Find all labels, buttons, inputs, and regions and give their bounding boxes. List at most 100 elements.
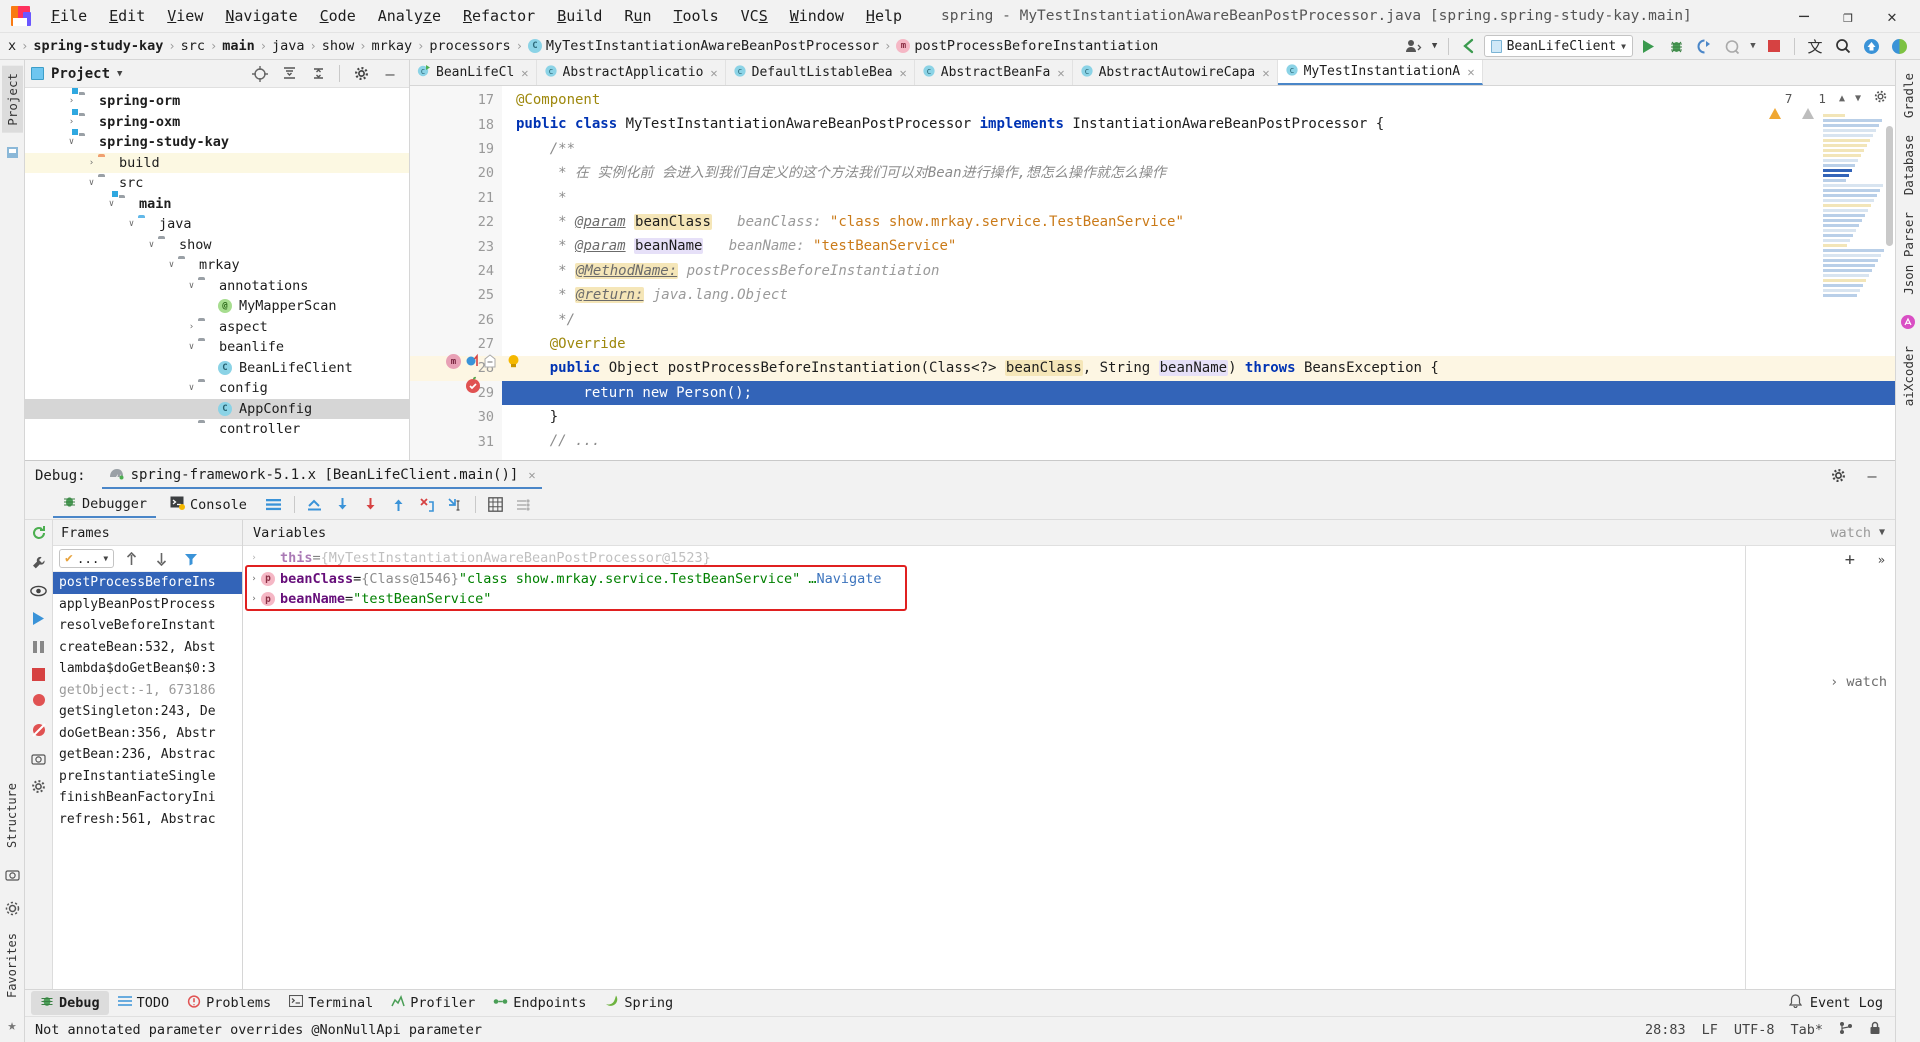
frame-item[interactable]: resolveBeforeInstant <box>53 615 242 637</box>
menu-vcs[interactable]: VCS <box>730 3 779 29</box>
back-arrow-icon[interactable] <box>1456 35 1482 57</box>
camera-icon[interactable] <box>2 865 22 885</box>
inspection-gear-icon[interactable] <box>1874 90 1887 106</box>
run-configuration-selector[interactable]: BeanLifeClient ▼ <box>1483 35 1633 57</box>
filter-frames-icon[interactable] <box>178 548 204 570</box>
tab-debugger[interactable]: Debugger <box>53 491 157 518</box>
tree-node-beanlifeclient[interactable]: C BeanLifeClient <box>25 358 409 379</box>
show-execution-point-icon[interactable] <box>302 494 328 516</box>
variable-expand-arrow[interactable]: › <box>247 574 261 584</box>
tree-expand-arrow[interactable]: › <box>65 96 78 106</box>
code-line-31[interactable]: // ... <box>502 429 1895 453</box>
tree-node-appconfig[interactable]: C AppConfig <box>25 398 409 419</box>
editor-scrollbar[interactable] <box>1886 126 1893 246</box>
variable-row-beanClass[interactable]: › p beanClass = {Class@1546} "class show.m… <box>243 569 1895 590</box>
resume-program-icon[interactable] <box>31 611 46 629</box>
settings-side-icon[interactable] <box>31 779 46 797</box>
code-line-23[interactable]: * @param beanName beanName: "testBeanSer… <box>502 234 1895 258</box>
chevron-up-icon[interactable]: ▲ <box>1839 93 1845 104</box>
variables-list[interactable]: + » › watch › this = {MyTestInstantiation… <box>243 546 1895 989</box>
breadcrumb-item-2[interactable]: main <box>218 37 259 55</box>
debug-settings-icon[interactable] <box>1825 465 1851 487</box>
gutter-line-30[interactable]: 30 <box>410 405 502 429</box>
tree-expand-arrow[interactable]: › <box>85 158 98 168</box>
tree-node-src[interactable]: ∨ src <box>25 173 409 194</box>
sidebar-item-json-parser[interactable]: Json Parser <box>1898 205 1919 302</box>
menu-refactor[interactable]: Refactor <box>452 3 546 29</box>
tree-expand-arrow[interactable]: ∨ <box>65 137 78 147</box>
code-line-27[interactable]: @Override <box>502 332 1895 356</box>
rerun-icon[interactable] <box>31 525 47 544</box>
lightbulb-icon[interactable] <box>505 353 522 373</box>
code-line-30[interactable]: } <box>502 405 1895 429</box>
camera-side-icon[interactable] <box>31 752 46 768</box>
code-line-28[interactable]: public Object postProcessBeforeInstantia… <box>502 356 1895 381</box>
menu-window[interactable]: Window <box>779 3 855 29</box>
gutter-line-17[interactable]: 17 <box>410 88 502 112</box>
breadcrumb-prefix[interactable]: x <box>4 37 20 55</box>
close-tab-icon[interactable]: ✕ <box>900 66 907 80</box>
sidebar-item-gradle[interactable]: Gradle <box>1898 66 1919 125</box>
menu-code[interactable]: Code <box>309 3 367 29</box>
frame-item[interactable]: getObject:-1, 673186 <box>53 680 242 702</box>
menu-help[interactable]: Help <box>855 3 913 29</box>
status-tool-problems[interactable]: Problems <box>178 992 280 1015</box>
tree-node-main[interactable]: ∨ main <box>25 194 409 215</box>
code-line-24[interactable]: * @MethodName: postProcessBeforeInstanti… <box>502 259 1895 283</box>
tree-expand-arrow[interactable]: ∨ <box>165 260 178 270</box>
status-tool-todo[interactable]: TODO <box>109 992 179 1014</box>
close-tab-icon[interactable]: ✕ <box>1467 65 1474 79</box>
maximize-button[interactable]: ❐ <box>1826 1 1870 32</box>
debug-session-tab[interactable]: spring-framework-5.1.x [BeanLifeClient.m… <box>101 463 542 489</box>
tree-expand-arrow[interactable]: ∨ <box>85 178 98 188</box>
close-tab-icon[interactable]: ✕ <box>1057 66 1064 80</box>
search-icon[interactable] <box>1830 35 1856 57</box>
breadcrumb-item-4[interactable]: show <box>318 37 359 55</box>
close-tab-icon[interactable]: ✕ <box>710 66 717 80</box>
project-tree[interactable]: › spring-orm › spring-oxm ∨ spring-study-kay ›… <box>25 88 409 460</box>
minimize-button[interactable]: ─ <box>1782 1 1826 32</box>
file-encoding[interactable]: UTF-8 <box>1734 1022 1775 1038</box>
menu-build[interactable]: Build <box>546 3 613 29</box>
frame-down-icon[interactable] <box>148 548 174 570</box>
frame-item[interactable]: doGetBean:356, Abstr <box>53 723 242 745</box>
variable-expand-arrow[interactable]: › <box>247 553 261 563</box>
breadcrumb-item-6[interactable]: processors <box>425 37 514 55</box>
tree-node-java[interactable]: ∨ java <box>25 214 409 235</box>
tree-expand-arrow[interactable]: ∨ <box>105 199 118 209</box>
status-tool-spring[interactable]: Spring <box>595 991 682 1015</box>
inspection-status[interactable]: 7 1 ▲ ▼ <box>1768 90 1887 119</box>
code-line-25[interactable]: * @return: java.lang.Object <box>502 283 1895 307</box>
breadcrumb-item-1[interactable]: src <box>177 37 209 55</box>
chevron-down-icon[interactable]: ▼ <box>1429 35 1441 57</box>
frame-item[interactable]: lambda$doGetBean$0:3 <box>53 658 242 680</box>
chevron-down-icon[interactable]: ▼ <box>1879 527 1885 538</box>
eye-icon[interactable] <box>30 585 47 600</box>
code-line-17[interactable]: @Component <box>502 88 1895 112</box>
editor-tab-defaultlistablebea[interactable]: C DefaultListableBea ✕ <box>726 60 915 85</box>
frames-list[interactable]: postProcessBeforeIns applyBeanPostProcess… <box>53 572 242 989</box>
code-line-22[interactable]: * @param beanClass beanClass: "class sho… <box>502 210 1895 234</box>
frame-item[interactable]: refresh:561, Abstrac <box>53 809 242 831</box>
code-line-29[interactable]: return new Person(); <box>502 380 1895 406</box>
variable-row-beanName[interactable]: › p beanName = "testBeanService" <box>243 589 1895 610</box>
tree-expand-arrow[interactable]: ∨ <box>125 219 138 229</box>
debug-hide-icon[interactable]: ‒ <box>1859 465 1885 487</box>
menu-view[interactable]: View <box>156 3 214 29</box>
settings-icon[interactable] <box>2 899 22 919</box>
sidebar-item-aixcoder[interactable]: aiXcoder <box>1898 339 1919 413</box>
tree-expand-arrow[interactable]: ∨ <box>145 240 158 250</box>
hide-panel-icon[interactable]: ‒ <box>377 63 403 85</box>
lock-icon[interactable] <box>1869 1021 1881 1039</box>
navigate-link[interactable]: Navigate <box>816 571 881 587</box>
collapse-all-icon[interactable] <box>305 63 331 85</box>
layout-settings-icon[interactable] <box>261 494 287 516</box>
status-tool-debug[interactable]: Debug <box>31 991 109 1015</box>
fold-marker-icon[interactable] <box>484 354 496 371</box>
menu-edit[interactable]: Edit <box>98 3 156 29</box>
tree-node-aspect[interactable]: › aspect <box>25 317 409 338</box>
mute-breakpoints-side-icon[interactable] <box>31 722 47 741</box>
code-line-19[interactable]: /** <box>502 137 1895 161</box>
expand-all-icon[interactable] <box>276 63 302 85</box>
breadcrumb-item-0[interactable]: spring-study-kay <box>29 37 167 55</box>
